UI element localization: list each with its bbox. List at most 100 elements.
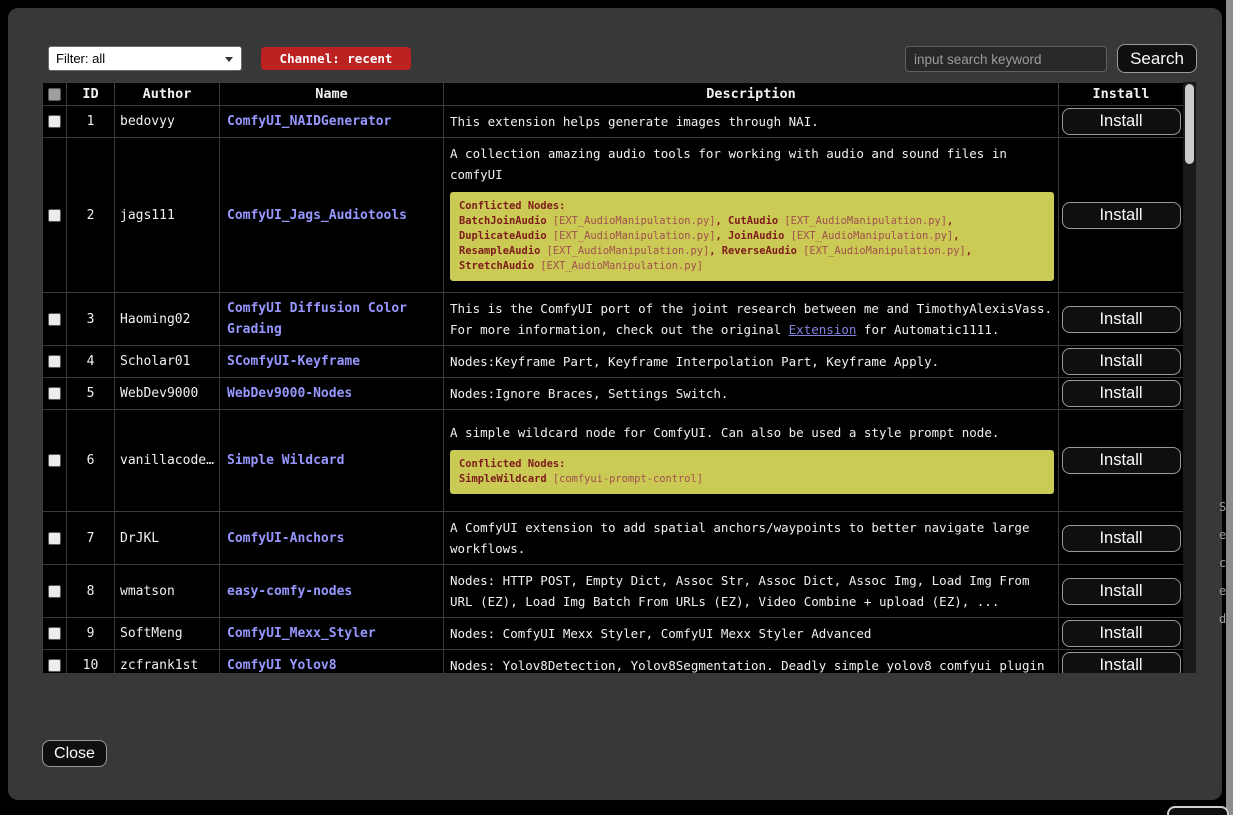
row-checkbox[interactable] — [48, 659, 61, 672]
description-text: A simple wildcard node for ComfyUI. Can … — [450, 422, 1054, 443]
conflict-item: ReverseAudio [EXT_AudioManipulation.py] — [722, 245, 972, 257]
row-description: A collection amazing audio tools for wor… — [444, 138, 1059, 293]
row-author: wmatson — [115, 565, 220, 618]
row-author: zcfrank1st — [115, 650, 220, 674]
node-name-link[interactable]: WebDev9000-Nodes — [227, 386, 352, 401]
row-author: Scholar01 — [115, 346, 220, 378]
extension-link[interactable]: Extension — [789, 322, 857, 337]
row-checkbox[interactable] — [48, 209, 61, 222]
row-checkbox[interactable] — [48, 387, 61, 400]
install-button[interactable]: Install — [1062, 525, 1181, 552]
install-button[interactable]: Install — [1062, 578, 1181, 605]
table-row: 5 WebDev9000 WebDev9000-Nodes Nodes:Igno… — [43, 378, 1184, 410]
close-button[interactable]: Close — [42, 740, 107, 767]
table-row: 1 bedovyy ComfyUI_NAIDGenerator This ext… — [43, 106, 1184, 138]
install-button[interactable]: Install — [1062, 348, 1181, 375]
row-id: 4 — [67, 346, 115, 378]
install-button[interactable]: Install — [1062, 380, 1181, 407]
row-id: 9 — [67, 618, 115, 650]
conflict-item: ResampleAudio [EXT_AudioManipulation.py] — [459, 245, 722, 257]
custom-node-manager-dialog: Filter: all Channel: recent Search ID Au… — [8, 8, 1222, 800]
row-author: WebDev9000 — [115, 378, 220, 410]
custom-nodes-table: ID Author Name Description Install 1 bed… — [42, 82, 1196, 673]
conflict-warning: Conflicted Nodes: BatchJoinAudio [EXT_Au… — [450, 192, 1054, 281]
select-all-checkbox[interactable] — [48, 88, 61, 101]
search-button[interactable]: Search — [1117, 44, 1197, 73]
row-checkbox[interactable] — [48, 627, 61, 640]
row-description: A ComfyUI extension to add spatial ancho… — [444, 512, 1059, 565]
page-scrollbar[interactable] — [1226, 0, 1233, 815]
row-id: 10 — [67, 650, 115, 674]
header-author: Author — [115, 83, 220, 106]
conflict-warning: Conflicted Nodes: SimpleWildcard [comfyu… — [450, 450, 1054, 494]
install-button[interactable]: Install — [1062, 108, 1181, 135]
table-scrollbar-thumb[interactable] — [1185, 84, 1194, 164]
row-description: Nodes: HTTP POST, Empty Dict, Assoc Str,… — [444, 565, 1059, 618]
description-text: for Automatic1111. — [856, 322, 999, 337]
description-text: A collection amazing audio tools for wor… — [450, 143, 1054, 185]
row-id: 6 — [67, 410, 115, 512]
table-scrollbar[interactable] — [1183, 82, 1196, 673]
node-name-link[interactable]: ComfyUI_Jags_Audiotools — [227, 208, 407, 223]
table-row: 10 zcfrank1st ComfyUI Yolov8 Nodes: Yolo… — [43, 650, 1184, 674]
conflict-title: Conflicted Nodes: — [459, 457, 1045, 472]
node-name-link[interactable]: easy-comfy-nodes — [227, 584, 352, 599]
table-row: 6 vanillacode… Simple Wildcard A simple … — [43, 410, 1184, 512]
row-id: 2 — [67, 138, 115, 293]
row-id: 3 — [67, 293, 115, 346]
table-row: 4 Scholar01 SComfyUI-Keyframe Nodes:Keyf… — [43, 346, 1184, 378]
background-partial-button[interactable] — [1167, 806, 1229, 815]
install-button[interactable]: Install — [1062, 306, 1181, 333]
conflict-item: CutAudio [EXT_AudioManipulation.py] — [728, 215, 953, 227]
install-button[interactable]: Install — [1062, 620, 1181, 647]
header-install: Install — [1059, 83, 1184, 106]
conflict-item: JoinAudio [EXT_AudioManipulation.py] — [728, 230, 960, 242]
row-author: SoftMeng — [115, 618, 220, 650]
search-input[interactable] — [905, 46, 1107, 72]
header-id: ID — [67, 83, 115, 106]
chevron-down-icon — [225, 57, 233, 62]
row-author: DrJKL — [115, 512, 220, 565]
node-name-link[interactable]: ComfyUI_NAIDGenerator — [227, 114, 391, 129]
node-name-link[interactable]: Simple Wildcard — [227, 453, 344, 468]
row-checkbox[interactable] — [48, 454, 61, 467]
install-button[interactable]: Install — [1062, 652, 1181, 673]
row-checkbox[interactable] — [48, 532, 61, 545]
row-description: Nodes: Yolov8Detection, Yolov8Segmentati… — [444, 650, 1059, 674]
row-checkbox[interactable] — [48, 355, 61, 368]
conflict-item: BatchJoinAudio [EXT_AudioManipulation.py… — [459, 215, 728, 227]
row-author: jags111 — [115, 138, 220, 293]
row-id: 8 — [67, 565, 115, 618]
conflict-item: SimpleWildcard [comfyui-prompt-control] — [459, 473, 703, 485]
table-row: 9 SoftMeng ComfyUI_Mexx_Styler Nodes: Co… — [43, 618, 1184, 650]
row-id: 7 — [67, 512, 115, 565]
table-header-row: ID Author Name Description Install — [43, 83, 1184, 106]
header-name: Name — [220, 83, 444, 106]
header-description: Description — [444, 83, 1059, 106]
row-checkbox[interactable] — [48, 115, 61, 128]
node-name-link[interactable]: ComfyUI_Mexx_Styler — [227, 626, 376, 641]
node-name-link[interactable]: ComfyUI-Anchors — [227, 531, 344, 546]
filter-select[interactable]: Filter: all — [48, 46, 242, 71]
row-description: Nodes: ComfyUI Mexx Styler, ComfyUI Mexx… — [444, 618, 1059, 650]
node-name-link[interactable]: SComfyUI-Keyframe — [227, 354, 360, 369]
row-description: This extension helps generate images thr… — [444, 106, 1059, 138]
row-description: A simple wildcard node for ComfyUI. Can … — [444, 410, 1059, 512]
row-author: vanillacode… — [115, 410, 220, 512]
node-name-link[interactable]: ComfyUI Yolov8 — [227, 658, 337, 673]
channel-badge: Channel: recent — [261, 47, 411, 70]
row-id: 5 — [67, 378, 115, 410]
row-checkbox[interactable] — [48, 585, 61, 598]
table-row: 3 Haoming02 ComfyUI Diffusion Color Grad… — [43, 293, 1184, 346]
row-description: This is the ComfyUI port of the joint re… — [444, 293, 1059, 346]
install-button[interactable]: Install — [1062, 447, 1181, 474]
node-name-link[interactable]: ComfyUI Diffusion Color Grading — [227, 301, 407, 337]
conflict-item: StretchAudio [EXT_AudioManipulation.py] — [459, 260, 703, 272]
row-description: Nodes:Ignore Braces, Settings Switch. — [444, 378, 1059, 410]
filter-select-value: Filter: all — [56, 51, 105, 66]
install-button[interactable]: Install — [1062, 202, 1181, 229]
row-author: bedovyy — [115, 106, 220, 138]
table-row: 2 jags111 ComfyUI_Jags_Audiotools A coll… — [43, 138, 1184, 293]
row-checkbox[interactable] — [48, 313, 61, 326]
table-row: 7 DrJKL ComfyUI-Anchors A ComfyUI extens… — [43, 512, 1184, 565]
